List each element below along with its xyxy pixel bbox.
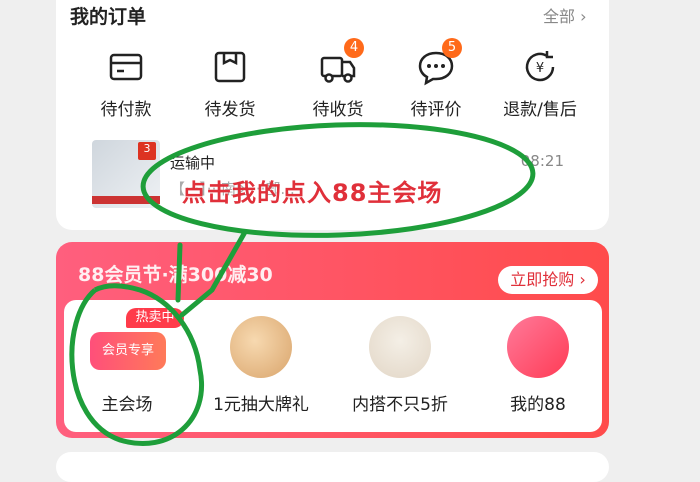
grab-now-button[interactable]: 立即抢购 ›	[498, 266, 598, 294]
order-pending-payment[interactable]: 待付款	[78, 47, 174, 120]
next-card	[56, 452, 609, 482]
promo-label: 内搭不只5折	[352, 395, 448, 415]
order-count-badge: 4	[344, 38, 364, 58]
annotation-text: 点击我的点入88主会场	[182, 179, 443, 207]
innerwear-icon	[369, 316, 431, 378]
box-icon	[214, 51, 246, 83]
promo-label: 1元抽大牌礼	[213, 395, 309, 415]
my-88-icon	[507, 316, 569, 378]
refund-icon: ¥	[525, 51, 555, 82]
order-pending-review[interactable]: 5 待评价	[388, 38, 484, 120]
hot-sale-badge: 热卖中	[126, 308, 184, 328]
lucky-draw-icon	[230, 316, 292, 378]
promo-label: 我的88	[510, 395, 566, 415]
order-label: 退款/售后	[503, 100, 577, 120]
order-pending-shipment[interactable]: 待发货	[182, 47, 278, 120]
wallet-icon	[109, 53, 143, 81]
order-label: 待发货	[204, 100, 256, 120]
order-pending-receipt[interactable]: 4 待收货	[290, 38, 386, 120]
all-orders-link[interactable]: 全部 ›	[543, 3, 587, 27]
product-thumbnail: 3	[92, 140, 160, 208]
member-exclusive-tag: 会员专享	[90, 332, 166, 370]
shipping-time: 08:21	[520, 152, 564, 170]
order-refund-aftersale[interactable]: ¥ 退款/售后	[492, 47, 588, 120]
promo-label: 主会场	[101, 395, 153, 415]
promo-lucky-draw[interactable]: 1元抽大牌礼	[206, 316, 316, 415]
promo-my-88[interactable]: 我的88	[483, 316, 593, 415]
svg-text:¥: ¥	[536, 61, 544, 76]
thumbnail-strip	[92, 196, 160, 204]
order-label: 待收货	[312, 100, 364, 120]
thumbnail-count-badge: 3	[138, 142, 156, 160]
promo-headline: 88会员节·满300减30	[78, 264, 273, 286]
order-label: 待评价	[410, 100, 462, 120]
promo-innerwear[interactable]: 内搭不只5折	[345, 316, 455, 415]
order-label: 待付款	[100, 100, 152, 120]
order-count-badge: 5	[442, 38, 462, 58]
shipping-status: 运输中	[170, 154, 216, 172]
orders-title: 我的订单	[70, 6, 147, 28]
